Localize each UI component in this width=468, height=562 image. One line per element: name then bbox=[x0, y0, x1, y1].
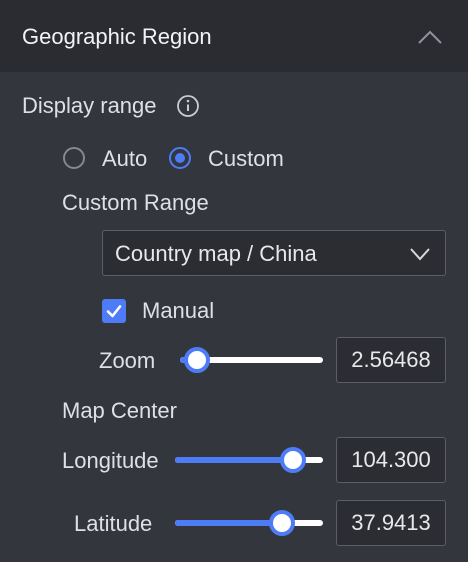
longitude-input-box[interactable] bbox=[336, 437, 446, 483]
longitude-input[interactable] bbox=[337, 438, 445, 482]
latitude-input[interactable] bbox=[337, 501, 445, 545]
zoom-label: Zoom bbox=[99, 348, 156, 373]
longitude-label: Longitude bbox=[62, 448, 159, 473]
map-range-select-value: Country map / China bbox=[115, 241, 317, 266]
info-icon[interactable] bbox=[176, 94, 200, 118]
longitude-slider-fill bbox=[175, 457, 294, 463]
radio-custom[interactable] bbox=[169, 147, 191, 169]
radio-custom-label[interactable]: Custom bbox=[208, 145, 284, 173]
latitude-label: Latitude bbox=[74, 511, 153, 536]
section-title: Geographic Region bbox=[22, 24, 212, 49]
map-center-label: Map Center bbox=[62, 398, 177, 423]
chevron-up-icon bbox=[418, 30, 442, 44]
zoom-slider-thumb[interactable] bbox=[184, 347, 211, 373]
longitude-slider-thumb[interactable] bbox=[280, 447, 307, 473]
chevron-down-icon bbox=[410, 248, 430, 261]
zoom-input[interactable] bbox=[337, 338, 445, 382]
custom-range-label: Custom Range bbox=[62, 190, 209, 215]
latitude-slider-thumb[interactable] bbox=[268, 510, 295, 536]
zoom-slider[interactable] bbox=[180, 347, 323, 373]
radio-auto-label[interactable]: Auto bbox=[102, 145, 147, 173]
section-header[interactable]: Geographic Region bbox=[0, 0, 468, 72]
manual-checkbox[interactable] bbox=[102, 299, 126, 323]
latitude-slider-fill bbox=[175, 520, 282, 526]
map-range-select[interactable]: Country map / China bbox=[102, 230, 446, 276]
latitude-slider[interactable] bbox=[175, 510, 323, 536]
zoom-input-box[interactable] bbox=[336, 337, 446, 383]
latitude-input-box[interactable] bbox=[336, 500, 446, 546]
collapse-button[interactable] bbox=[410, 22, 450, 52]
display-range-label: Display range bbox=[22, 93, 157, 118]
longitude-slider[interactable] bbox=[175, 447, 323, 473]
manual-label[interactable]: Manual bbox=[142, 297, 214, 325]
checkmark-icon bbox=[106, 305, 122, 318]
radio-auto[interactable] bbox=[63, 147, 85, 169]
